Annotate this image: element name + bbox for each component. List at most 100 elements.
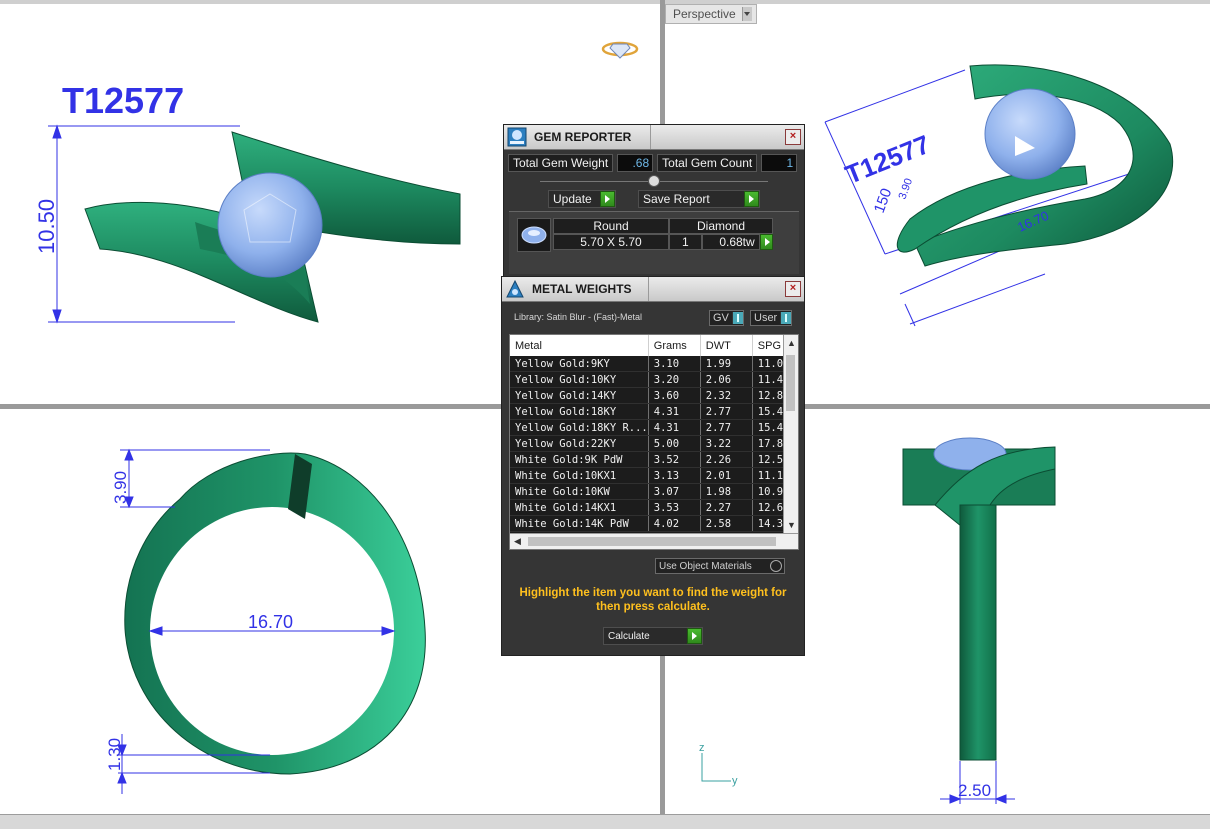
ring-top-shank	[959, 504, 997, 761]
metal-name-cell: White Gold:14K PdW	[510, 515, 649, 532]
dwt-cell: 2.01	[700, 467, 753, 484]
dim-front-height-label: 10.50	[34, 199, 59, 254]
metal-weights-title: METAL WEIGHTS	[532, 282, 632, 296]
horizontal-scroll-thumb[interactable]	[528, 537, 776, 546]
metal-name-cell: Yellow Gold:14KY	[510, 387, 649, 404]
metal-weights-panel[interactable]: METAL WEIGHTS × Library: Satin Blur - (F…	[501, 276, 805, 656]
table-row[interactable]: White Gold:10KX1 3.13 2.01 11.18	[510, 467, 793, 484]
grams-cell: 5.00	[648, 435, 701, 452]
gem-front	[217, 172, 323, 278]
total-gem-count-label: Total Gem Count	[657, 154, 758, 172]
table-row[interactable]: Yellow Gold:18KY R... 4.31 2.77 15.41	[510, 419, 793, 436]
dim-persp-a: 150	[871, 186, 896, 215]
calculate-button-label: Calculate	[608, 630, 650, 642]
play-icon[interactable]	[759, 234, 774, 250]
dwt-cell: 1.98	[700, 483, 753, 500]
gem-reporter-icon	[506, 126, 528, 148]
dwt-cell: 2.32	[700, 387, 753, 404]
gem-reporter-panel[interactable]: GEM REPORTER × Total Gem Weight .68 Tota…	[503, 124, 805, 280]
gv-toggle-label: GV	[713, 312, 729, 324]
gem-reporter-splitter[interactable]	[504, 174, 804, 188]
grams-cell: 3.13	[648, 467, 701, 484]
dim-persp-b: 3.90	[897, 177, 916, 201]
dwt-cell: 2.58	[700, 515, 753, 532]
metal-name-cell: Yellow Gold:9KY	[510, 356, 649, 372]
table-row[interactable]: White Gold:10KW 3.07 1.98 10.99	[510, 483, 793, 500]
use-object-materials-toggle[interactable]: Use Object Materials	[655, 558, 785, 574]
chevron-down-icon[interactable]	[741, 7, 752, 21]
dim-band-thickness-label: 1.30	[105, 738, 124, 771]
ring-preview-icon	[601, 41, 639, 59]
play-icon	[744, 191, 759, 207]
column-header-dwt[interactable]: DWT	[700, 335, 753, 356]
status-bar	[0, 814, 1210, 829]
chevron-up-icon[interactable]	[648, 175, 660, 187]
metal-name-cell: Yellow Gold:18KY R...	[510, 419, 649, 436]
gem-size: 5.70 X 5.70	[553, 234, 669, 250]
table-row[interactable]: Yellow Gold:14KY 3.60 2.32 12.88	[510, 387, 793, 404]
user-toggle-label: User	[754, 312, 778, 324]
grams-cell: 4.31	[648, 403, 701, 420]
metal-table-container[interactable]: Metal Grams DWT SPG Yellow Gold:9KY 3.10 1…	[509, 334, 799, 550]
grams-cell: 3.52	[648, 451, 701, 468]
dwt-cell: 2.06	[700, 371, 753, 388]
use-object-materials-label: Use Object Materials	[659, 560, 752, 572]
radio-icon	[770, 560, 782, 572]
metal-name-cell: White Gold:9K PdW	[510, 451, 649, 468]
total-gem-weight-label: Total Gem Weight	[508, 154, 614, 172]
calculate-button[interactable]: Calculate	[603, 627, 703, 645]
gem-count: 1	[669, 234, 702, 250]
metal-table[interactable]: Metal Grams DWT SPG Yellow Gold:9KY 3.10 1…	[510, 335, 793, 532]
table-row[interactable]: White Gold:14KX1 3.53 2.27 12.63	[510, 499, 793, 516]
axis-indicator	[701, 753, 731, 782]
save-report-button[interactable]: Save Report	[638, 190, 760, 208]
dwt-cell: 2.77	[700, 419, 753, 436]
grams-cell: 3.10	[648, 356, 701, 372]
horizontal-scrollbar[interactable]: ◀	[510, 533, 798, 549]
user-toggle[interactable]: User	[750, 310, 793, 326]
model-id-front: T12577	[62, 80, 185, 121]
dim-shank-width-label: 2.50	[958, 781, 991, 800]
gem-weight: 0.68tw	[701, 234, 760, 250]
gem-reporter-titlebar[interactable]: GEM REPORTER ×	[504, 125, 804, 150]
dim-inner-diameter-label: 16.70	[248, 612, 293, 632]
table-row[interactable]: Yellow Gold:9KY 3.10 1.99 11.08	[510, 356, 793, 372]
metal-name-cell: Yellow Gold:18KY	[510, 403, 649, 420]
total-gem-count-value: 1	[761, 154, 798, 172]
close-icon[interactable]: ×	[785, 281, 801, 297]
vertical-scroll-thumb[interactable]	[786, 355, 795, 411]
chevron-up-icon[interactable]: ▲	[787, 338, 796, 348]
table-row[interactable]: Yellow Gold:10KY 3.20 2.06 11.45	[510, 371, 793, 388]
gem-row[interactable]: Round 5.70 X 5.70 Diamond 1 0.68tw	[553, 218, 774, 250]
chevron-down-icon[interactable]: ▼	[787, 520, 796, 530]
table-row[interactable]: White Gold:9K PdW 3.52 2.26 12.59	[510, 451, 793, 468]
table-row[interactable]: Yellow Gold:18KY 4.31 2.77 15.41	[510, 403, 793, 420]
metal-name-cell: Yellow Gold:22KY	[510, 435, 649, 452]
vertical-scrollbar[interactable]: ▲ ▼	[783, 335, 798, 533]
table-row[interactable]: Yellow Gold:22KY 5.00 3.22 17.89	[510, 435, 793, 452]
chevron-left-icon[interactable]: ◀	[514, 536, 521, 547]
table-row[interactable]: White Gold:14K PdW 4.02 2.58 14.37	[510, 515, 793, 532]
gem-reporter-title: GEM REPORTER	[534, 130, 632, 144]
update-button[interactable]: Update	[548, 190, 616, 208]
grams-cell: 3.53	[648, 499, 701, 516]
column-header-grams[interactable]: Grams	[648, 335, 701, 356]
gem-list: Round 5.70 X 5.70 Diamond 1 0.68tw	[509, 211, 799, 274]
metal-name-cell: Yellow Gold:10KY	[510, 371, 649, 388]
grams-cell: 4.31	[648, 419, 701, 436]
metal-weights-titlebar[interactable]: METAL WEIGHTS ×	[502, 277, 804, 302]
metal-name-cell: White Gold:10KX1	[510, 467, 649, 484]
grams-cell: 3.60	[648, 387, 701, 404]
column-header-metal[interactable]: Metal	[510, 335, 649, 356]
axis-y-label: y	[732, 775, 738, 787]
update-button-label: Update	[553, 192, 592, 206]
dwt-cell: 2.26	[700, 451, 753, 468]
grams-cell: 3.20	[648, 371, 701, 388]
perspective-view-selector[interactable]: Perspective	[665, 4, 757, 24]
gem-type: Diamond	[669, 218, 773, 234]
library-label: Library: Satin Blur - (Fast)-Metal	[514, 312, 643, 322]
gv-toggle[interactable]: GV	[709, 310, 744, 326]
close-icon[interactable]: ×	[785, 129, 801, 145]
perspective-label: Perspective	[673, 7, 736, 21]
dwt-cell: 1.99	[700, 356, 753, 372]
